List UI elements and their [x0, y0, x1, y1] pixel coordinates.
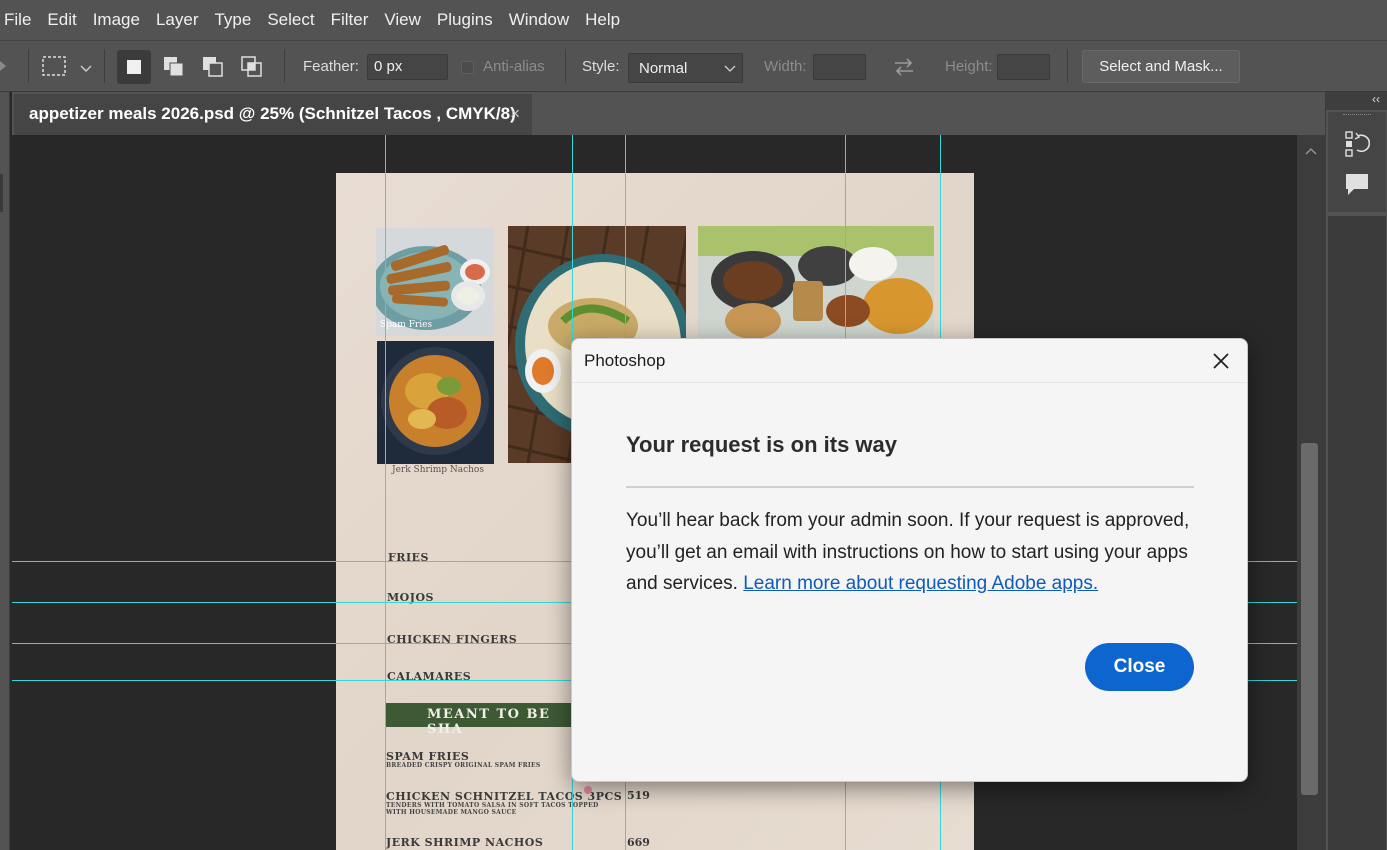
right-panel-dock: ‹‹: [1325, 92, 1387, 850]
document-tab-bar: appetizer meals 2026.psd @ 25% (Schnitze…: [12, 92, 1325, 135]
panel-icon-dock: [1328, 112, 1386, 212]
dish-name: JERK SHRIMP NACHOS: [386, 836, 544, 849]
section-band: MEANT TO BE SHA: [386, 703, 576, 737]
antialias-checkbox[interactable]: [461, 61, 474, 74]
menu-layer[interactable]: Layer: [148, 3, 207, 37]
learn-more-link[interactable]: Learn more about requesting Adobe apps.: [743, 573, 1098, 594]
menu-filter[interactable]: Filter: [323, 3, 377, 37]
dialog-titlebar: Photoshop: [572, 339, 1247, 383]
height-input[interactable]: [997, 54, 1050, 80]
spicy-marker-icon: [584, 786, 592, 794]
dialog-heading: Your request is on its way: [626, 432, 897, 457]
menu-window[interactable]: Window: [501, 3, 577, 37]
style-label: Style:: [582, 58, 620, 75]
chevron-down-icon: [724, 65, 736, 72]
menu-help[interactable]: Help: [577, 3, 628, 37]
menu-bar: File Edit Image Layer Type Select Filter…: [0, 0, 1387, 40]
nachos-photo: [377, 341, 494, 464]
left-toolbar-edge: [0, 92, 10, 850]
menu-view[interactable]: View: [376, 3, 429, 37]
dish-description: TENDERS WITH TOMATO SALSA IN SOFT TACOS …: [386, 802, 599, 816]
style-select-value: Normal: [639, 60, 688, 77]
menu-select[interactable]: Select: [259, 3, 322, 37]
width-input[interactable]: [813, 54, 866, 80]
marquee-tool-icon[interactable]: [41, 55, 67, 82]
vertical-scrollbar[interactable]: [1297, 135, 1325, 850]
chevron-down-icon[interactable]: [80, 61, 92, 79]
vertical-guide[interactable]: [385, 135, 386, 850]
select-and-mask-button[interactable]: Select and Mask...: [1082, 50, 1240, 83]
panel-area: [1328, 216, 1386, 850]
feather-input[interactable]: 0 px: [367, 54, 448, 80]
add-to-selection-icon[interactable]: [157, 50, 191, 84]
new-selection-icon[interactable]: [117, 50, 151, 84]
scroll-up-icon: [1305, 148, 1317, 155]
request-dialog: Photoshop Your request is on its way You…: [571, 338, 1248, 782]
dish-price: 519: [627, 789, 650, 802]
menu-type[interactable]: Type: [206, 3, 259, 37]
scrollbar-thumb[interactable]: [1301, 443, 1318, 795]
menu-plugins[interactable]: Plugins: [429, 3, 501, 37]
dock-grip-icon[interactable]: [1343, 114, 1371, 118]
dialog-title: Photoshop: [584, 351, 666, 370]
menu-file[interactable]: File: [0, 3, 39, 37]
dialog-message: You’ll hear back from your admin soon. I…: [626, 505, 1206, 600]
close-button[interactable]: Close: [1085, 643, 1194, 691]
photo-caption: Spam Fries: [380, 320, 433, 330]
dish-price: 669: [627, 836, 650, 849]
document-tab-title: appetizer meals 2026.psd @ 25% (Schnitze…: [29, 104, 516, 123]
history-panel-icon[interactable]: [1344, 130, 1371, 163]
subtract-from-selection-icon[interactable]: [196, 50, 230, 84]
width-label: Width:: [764, 58, 807, 75]
document-tab[interactable]: appetizer meals 2026.psd @ 25% (Schnitze…: [14, 94, 532, 135]
swap-arrows-icon[interactable]: [892, 57, 916, 82]
options-bar: Feather: 0 px Anti-alias Style: Normal W…: [0, 40, 1387, 92]
intersect-selection-icon[interactable]: [235, 50, 269, 84]
section-title: MEANT TO BE SHA: [427, 707, 551, 737]
collapse-panels-icon[interactable]: ‹‹: [1326, 92, 1387, 110]
height-label: Height:: [945, 58, 993, 75]
close-tab-icon[interactable]: ×: [510, 104, 520, 124]
menu-item-calamares: CALAMARES: [387, 670, 472, 683]
dish-description: BREADED CRISPY ORIGINAL SPAM FRIES: [386, 762, 541, 769]
spam-fries-photo: Spam Fries: [376, 228, 494, 336]
menu-item-fries: FRIES: [388, 551, 429, 564]
menu-image[interactable]: Image: [85, 3, 148, 37]
dialog-divider: [626, 486, 1194, 488]
feather-label: Feather:: [303, 58, 359, 75]
platter-photo: [698, 226, 934, 339]
antialias-label: Anti-alias: [483, 58, 545, 75]
close-icon[interactable]: [1209, 349, 1233, 373]
style-select[interactable]: Normal: [628, 53, 743, 83]
tool-preset-arrow-icon[interactable]: [0, 59, 8, 78]
menu-edit[interactable]: Edit: [39, 3, 84, 37]
comments-panel-icon[interactable]: [1344, 172, 1370, 203]
menu-item-chicken-fingers: CHICKEN FINGERS: [387, 633, 518, 646]
photo-caption: Jerk Shrimp Nachos: [392, 465, 484, 475]
